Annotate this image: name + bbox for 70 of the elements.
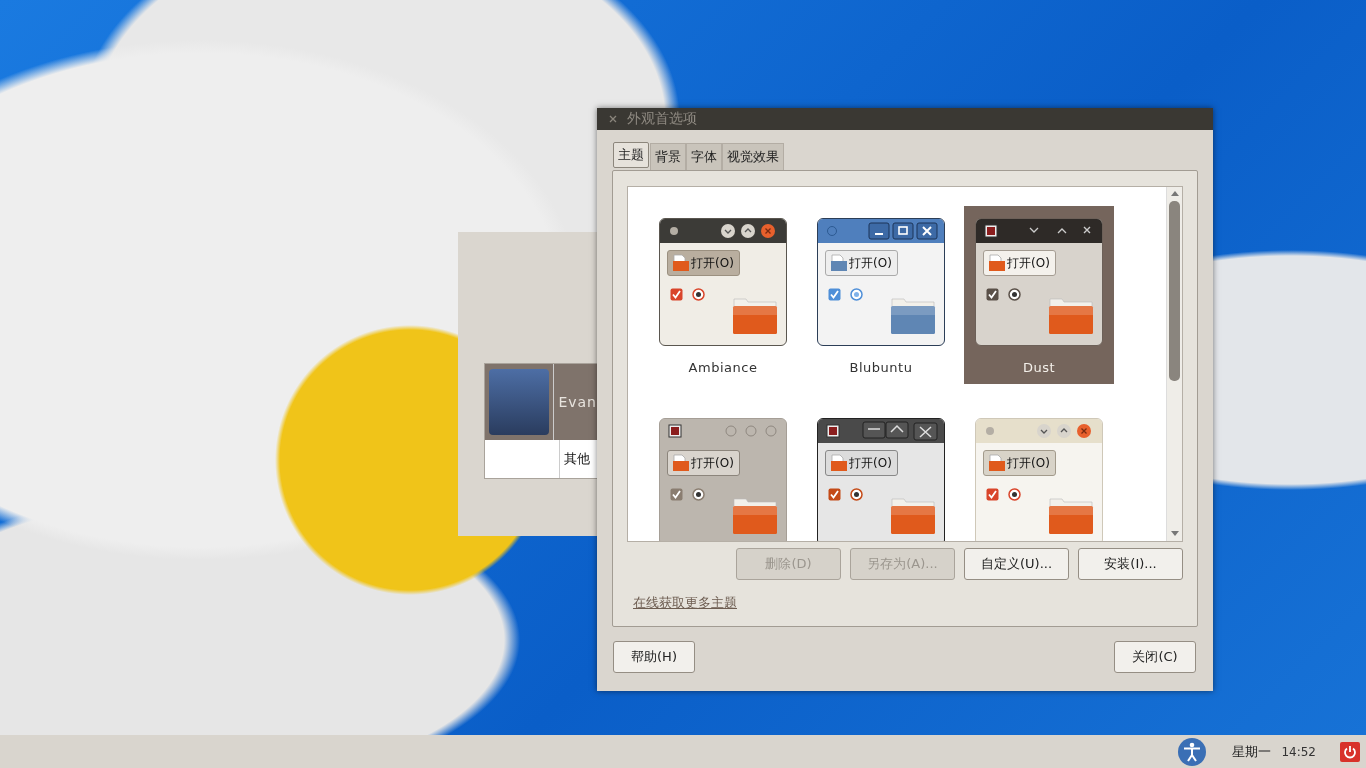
circle-icon (826, 225, 838, 237)
checkbox-icon (828, 488, 841, 501)
document-icon (830, 454, 848, 472)
scrollbar[interactable] (1166, 187, 1182, 541)
clock[interactable]: 14:52 (1281, 744, 1316, 759)
folder-icon (1048, 295, 1094, 335)
theme-item[interactable]: 打开(O) (964, 406, 1114, 541)
checkbox-icon (670, 488, 683, 501)
open-label: 打开(O) (849, 454, 892, 472)
circle-icon (668, 225, 680, 237)
checkbox-icon (828, 288, 841, 301)
day-label: 星期一 (1232, 742, 1272, 761)
window-title: 外观首选项 (627, 110, 697, 128)
document-icon (672, 454, 690, 472)
open-label: 打开(O) (1007, 254, 1050, 272)
avatar-placeholder (489, 369, 550, 435)
tab[interactable]: 字体 (686, 143, 722, 170)
radio-icon (692, 288, 705, 301)
folder-icon (1048, 495, 1094, 535)
window-buttons-icon (862, 421, 938, 441)
user-name: 其他 (559, 440, 590, 478)
action-button[interactable]: 安装(I)... (1078, 548, 1183, 580)
document-icon (988, 454, 1006, 472)
theme-item[interactable]: 打开(O) (806, 406, 956, 541)
theme-item[interactable]: 打开(O) Dust (964, 206, 1114, 384)
theme-item[interactable]: 打开(O) Ambiance (648, 206, 798, 384)
user-row[interactable]: 其他 (485, 440, 597, 478)
open-label: 打开(O) (691, 454, 734, 472)
tab[interactable]: 视觉效果 (722, 143, 784, 170)
radio-icon (1008, 288, 1021, 301)
theme-item[interactable]: 打开(O) (648, 406, 798, 541)
tab[interactable]: 背景 (650, 143, 686, 170)
radio-icon (1008, 488, 1021, 501)
accessibility-icon[interactable] (1177, 736, 1208, 767)
checkbox-icon (986, 488, 999, 501)
document-icon (830, 254, 848, 272)
document-icon (672, 254, 690, 272)
radio-icon (850, 488, 863, 501)
folder-icon (732, 295, 778, 335)
radio-icon (692, 488, 705, 501)
folder-icon (890, 495, 936, 535)
more-themes-link[interactable]: 在线获取更多主题 (633, 594, 737, 612)
checkbox-icon (670, 288, 683, 301)
window-menu-icon (984, 224, 998, 238)
power-icon[interactable] (1340, 741, 1360, 762)
radio-icon (850, 288, 863, 301)
close-icon[interactable] (609, 115, 617, 123)
open-label: 打开(O) (1007, 454, 1050, 472)
checkbox-icon (986, 288, 999, 301)
window-menu-icon (668, 424, 682, 438)
theme-name: Blubuntu (849, 360, 913, 375)
window-buttons-icon (724, 424, 780, 438)
action-button[interactable]: 自定义(U)... (964, 548, 1069, 580)
dialog-button[interactable]: 关闭(C) (1114, 641, 1196, 673)
window-menu-icon (826, 424, 840, 438)
theme-name: Ambiance (688, 360, 758, 375)
theme-name: Dust (1022, 360, 1056, 375)
circle-icon (984, 425, 996, 437)
theme-item[interactable]: 打开(O) Blubuntu (806, 206, 956, 384)
tab[interactable]: 主题 (613, 142, 649, 168)
folder-icon (890, 295, 936, 335)
scrollbar-thumb[interactable] (1169, 201, 1180, 381)
scroll-down-icon[interactable] (1170, 531, 1179, 537)
document-icon (988, 254, 1006, 272)
window-buttons-icon (868, 222, 938, 240)
open-label: 打开(O) (691, 254, 734, 272)
user-row[interactable]: Evan (485, 364, 597, 440)
open-label: 打开(O) (849, 254, 892, 272)
scroll-up-icon[interactable] (1170, 190, 1179, 196)
dialog-button[interactable]: 帮助(H) (613, 641, 695, 673)
